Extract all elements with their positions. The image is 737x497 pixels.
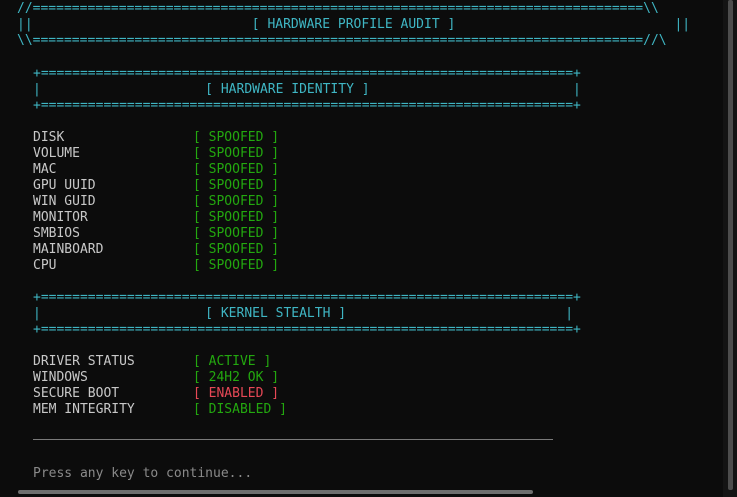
status-text: SPOOFED — [208, 178, 264, 193]
status-row-label: MAINBOARD — [33, 242, 104, 257]
status-row-value: [ SPOOFED ] — [193, 258, 279, 274]
status-bracket-close: ] — [263, 162, 280, 177]
status-bracket-close: ] — [255, 354, 272, 369]
status-row-label: MEM INTEGRITY — [33, 402, 135, 417]
status-text: ENABLED — [208, 386, 264, 401]
banner-bottom-border: \\======================================… — [17, 33, 667, 48]
status-bracket-close: ] — [263, 386, 280, 401]
status-row-label: SECURE BOOT — [33, 386, 120, 401]
status-bracket-close: ] — [263, 242, 280, 257]
banner-top-border: //======================================… — [17, 1, 659, 16]
status-row-label: WINDOWS — [33, 370, 88, 385]
status-bracket-close: ] — [263, 178, 280, 193]
status-bracket-close: ] — [263, 194, 280, 209]
kernel-section-top-border: +=======================================… — [33, 290, 581, 305]
status-row-value: [ SPOOFED ] — [193, 210, 279, 226]
status-row-label: GPU UUID — [33, 178, 96, 193]
status-bracket-open: [ — [193, 130, 209, 145]
banner-title: || [ HARDWARE PROFILE AUDIT ] || — [17, 17, 691, 32]
status-row-label: SMBIOS — [33, 226, 80, 241]
status-row-value: [ ENABLED ] — [193, 386, 279, 402]
status-text: SPOOFED — [208, 130, 264, 145]
status-bracket-open: [ — [193, 370, 209, 385]
status-text: DISABLED — [208, 402, 272, 417]
status-bracket-close: ] — [263, 130, 280, 145]
status-row-value: [ SPOOFED ] — [193, 194, 279, 210]
status-row-label: DISK — [33, 130, 65, 145]
status-text: 24H2 OK — [208, 370, 264, 385]
status-text: ACTIVE — [208, 354, 256, 369]
status-row-value: [ SPOOFED ] — [193, 146, 279, 162]
status-row-value: [ SPOOFED ] — [193, 226, 279, 242]
status-row-label: DRIVER STATUS — [33, 354, 135, 369]
hardware-section-top-border: +=======================================… — [33, 66, 581, 81]
status-bracket-close: ] — [271, 402, 287, 417]
status-row-label: VOLUME — [33, 146, 80, 161]
status-bracket-close: ] — [263, 226, 280, 241]
status-row-label: MONITOR — [33, 210, 88, 225]
horizontal-scrollbar[interactable] — [0, 487, 723, 497]
status-row-value: [ DISABLED ] — [193, 402, 287, 418]
status-text: SPOOFED — [208, 146, 264, 161]
status-bracket-close: ] — [263, 210, 280, 225]
hardware-section-title: | [ HARDWARE IDENTITY ] | — [33, 82, 581, 97]
status-row-label: WIN GUID — [33, 194, 96, 209]
status-text: SPOOFED — [208, 242, 264, 257]
status-bracket-open: [ — [193, 210, 209, 225]
horizontal-scrollbar-thumb[interactable] — [18, 490, 533, 494]
status-bracket-close: ] — [263, 258, 280, 273]
status-row-value: [ SPOOFED ] — [193, 130, 279, 146]
status-bracket-open: [ — [193, 194, 209, 209]
vertical-scrollbar-thumb[interactable] — [728, 0, 733, 490]
status-text: SPOOFED — [208, 194, 264, 209]
status-bracket-open: [ — [193, 162, 209, 177]
kernel-section-bottom-border: +=======================================… — [33, 322, 581, 337]
status-bracket-open: [ — [193, 402, 209, 417]
divider-line — [33, 439, 553, 440]
status-bracket-close: ] — [263, 370, 280, 385]
status-bracket-open: [ — [193, 226, 209, 241]
status-bracket-open: [ — [193, 354, 209, 369]
status-text: SPOOFED — [208, 258, 264, 273]
status-bracket-open: [ — [193, 258, 209, 273]
status-text: SPOOFED — [208, 226, 264, 241]
status-row-label: CPU — [33, 258, 57, 273]
status-bracket-open: [ — [193, 178, 209, 193]
hardware-section-bottom-border: +=======================================… — [33, 98, 581, 113]
status-row-value: [ 24H2 OK ] — [193, 370, 279, 386]
status-bracket-open: [ — [193, 146, 209, 161]
continue-prompt: Press any key to continue... — [33, 466, 253, 481]
status-bracket-close: ] — [263, 146, 280, 161]
status-text: SPOOFED — [208, 210, 264, 225]
status-text: SPOOFED — [208, 162, 264, 177]
status-row-value: [ SPOOFED ] — [193, 242, 279, 258]
status-bracket-open: [ — [193, 242, 209, 257]
status-bracket-open: [ — [193, 386, 209, 401]
kernel-section-title: | [ KERNEL STEALTH ] | — [33, 306, 574, 321]
status-row-label: MAC — [33, 162, 57, 177]
status-row-value: [ SPOOFED ] — [193, 178, 279, 194]
status-row-value: [ ACTIVE ] — [193, 354, 271, 370]
status-row-value: [ SPOOFED ] — [193, 162, 279, 178]
vertical-scrollbar[interactable] — [723, 0, 737, 497]
